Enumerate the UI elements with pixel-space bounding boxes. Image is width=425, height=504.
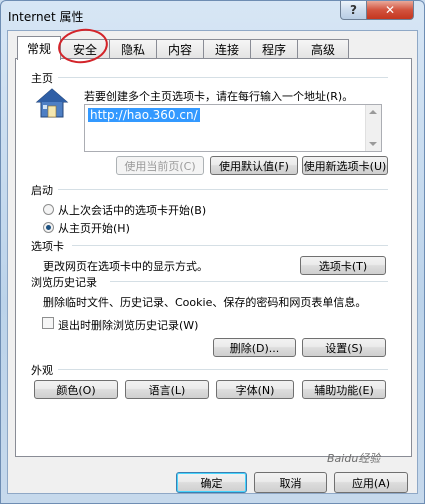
tab-content[interactable]: 内容 bbox=[156, 39, 204, 59]
languages-button[interactable]: 语言(L) bbox=[125, 380, 209, 399]
radio-home-page[interactable] bbox=[43, 222, 54, 233]
tabs-settings-button[interactable]: 选项卡(T) bbox=[300, 256, 386, 275]
delete-history-button[interactable]: 删除(D)... bbox=[213, 338, 296, 357]
radio-last-session-label[interactable]: 从上次会话中的选项卡开始(B) bbox=[58, 202, 206, 218]
tab-privacy[interactable]: 隐私 bbox=[109, 39, 157, 59]
colors-button[interactable]: 颜色(O) bbox=[34, 380, 118, 399]
history-settings-button[interactable]: 设置(S) bbox=[302, 338, 386, 357]
apply-button[interactable]: 应用(A) bbox=[334, 472, 408, 493]
startup-divider bbox=[58, 189, 388, 190]
url-scrollbar[interactable] bbox=[365, 105, 381, 151]
appearance-heading: 外观 bbox=[31, 364, 53, 377]
tab-general[interactable]: 常规 bbox=[17, 36, 61, 60]
tabs-description: 更改网页在选项卡中的显示方式。 bbox=[43, 260, 208, 273]
home-description: 若要创建多个主页选项卡，请在每行输入一个地址(R)。 bbox=[84, 90, 354, 103]
tab-programs[interactable]: 程序 bbox=[250, 39, 298, 59]
radio-last-session[interactable] bbox=[43, 204, 54, 215]
history-divider bbox=[110, 281, 388, 282]
use-default-button[interactable]: 使用默认值(F) bbox=[210, 156, 298, 175]
window-title: Internet 属性 bbox=[8, 10, 84, 24]
tab-connections[interactable]: 连接 bbox=[203, 39, 251, 59]
watermark-text: Baidu经验 bbox=[327, 452, 381, 465]
history-description: 删除临时文件、历史记录、Cookie、保存的密码和网页表单信息。 bbox=[43, 296, 367, 309]
radio-home-page-label[interactable]: 从主页开始(H) bbox=[58, 220, 130, 236]
use-new-tab-button[interactable]: 使用新选项卡(U) bbox=[302, 156, 388, 175]
tab-advanced[interactable]: 高级 bbox=[297, 39, 349, 59]
delete-on-exit-checkbox[interactable] bbox=[42, 317, 54, 329]
tab-security[interactable]: 安全 bbox=[60, 39, 110, 59]
home-url-text: http://hao.360.cn/ bbox=[88, 108, 200, 122]
fonts-button[interactable]: 字体(N) bbox=[216, 380, 294, 399]
home-icon bbox=[35, 88, 69, 118]
use-current-button[interactable]: 使用当前页(C) bbox=[116, 156, 204, 175]
cancel-button[interactable]: 取消 bbox=[254, 472, 327, 493]
home-divider bbox=[58, 77, 388, 78]
delete-on-exit-label[interactable]: 退出时删除浏览历史记录(W) bbox=[58, 317, 198, 333]
startup-heading: 启动 bbox=[31, 184, 53, 197]
accessibility-button[interactable]: 辅助功能(E) bbox=[302, 380, 386, 399]
scroll-down-arrow-icon[interactable] bbox=[369, 142, 377, 146]
home-heading: 主页 bbox=[31, 72, 53, 85]
tabs-divider bbox=[72, 245, 388, 246]
scroll-up-arrow-icon[interactable] bbox=[369, 110, 377, 114]
home-url-textarea[interactable]: http://hao.360.cn/ bbox=[84, 104, 382, 152]
ok-button[interactable]: 确定 bbox=[176, 472, 247, 493]
appearance-divider bbox=[58, 369, 388, 370]
help-button[interactable]: ? bbox=[340, 1, 367, 20]
close-button[interactable]: ✕ bbox=[366, 1, 414, 20]
tabs-heading: 选项卡 bbox=[31, 240, 64, 253]
history-heading: 浏览历史记录 bbox=[31, 276, 97, 289]
